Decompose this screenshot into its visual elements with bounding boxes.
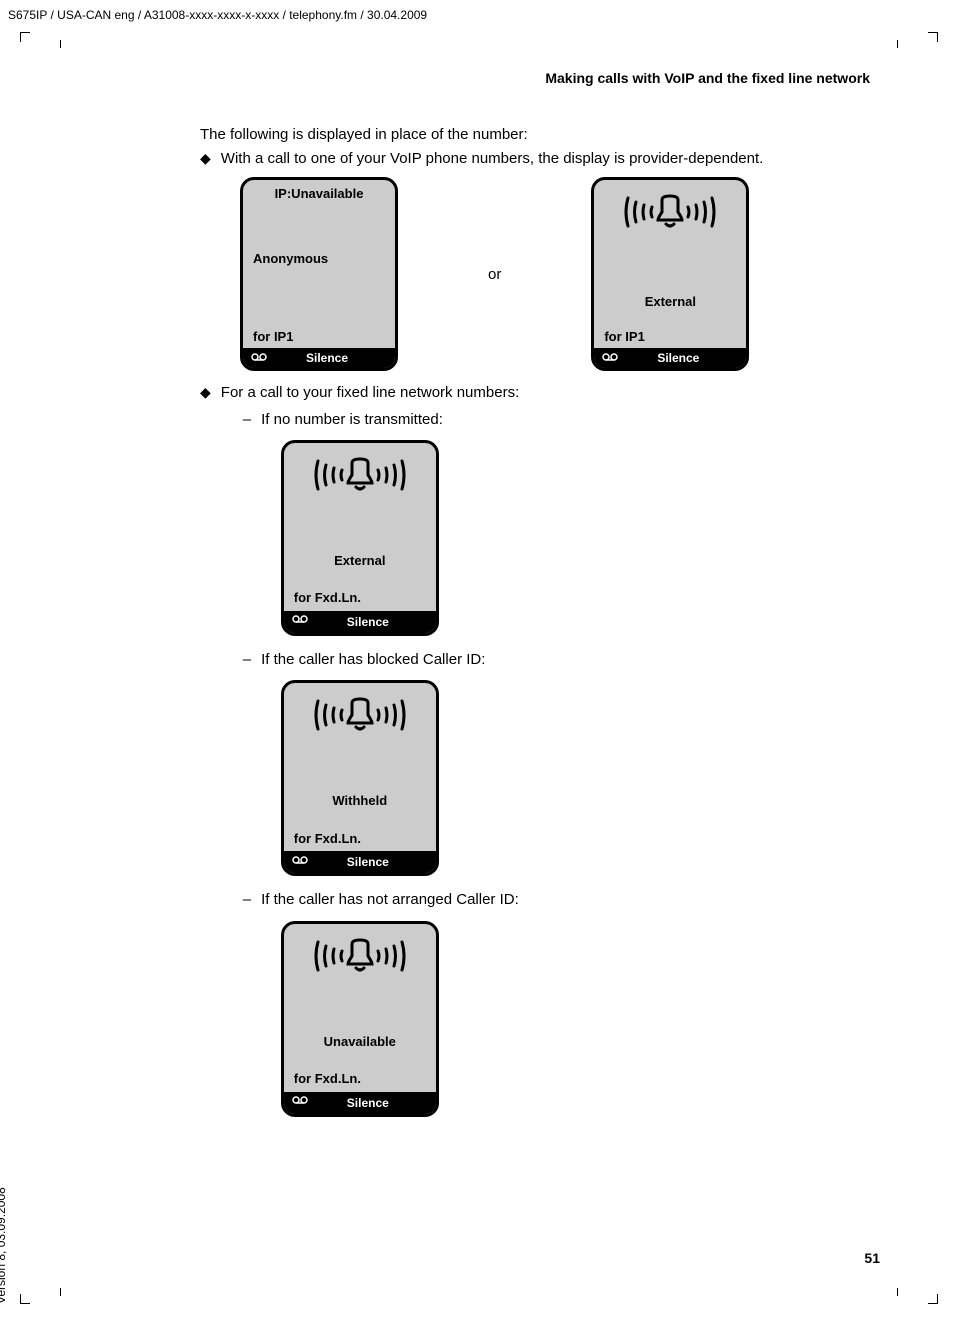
- display-block: Withheld for Fxd.Ln. Silence: [281, 680, 519, 876]
- crop-mark: [20, 32, 30, 42]
- bullet-diamond-icon: ◆: [200, 149, 211, 169]
- section-title: Making calls with VoIP and the fixed lin…: [200, 70, 880, 86]
- ringing-icon: [604, 190, 736, 237]
- display-for-line: for Fxd.Ln.: [294, 830, 426, 848]
- silence-softkey: Silence: [267, 351, 387, 365]
- voicemail-icon: [251, 352, 267, 365]
- display-softkey-bar: Silence: [284, 1092, 436, 1114]
- bullet-item: ◆ For a call to your fixed line network …: [200, 383, 880, 1131]
- crop-mark: [20, 1294, 30, 1304]
- display-softkey-bar: Silence: [284, 851, 436, 873]
- voicemail-icon: [292, 1095, 308, 1110]
- silence-softkey: Silence: [618, 351, 738, 365]
- sub-bullet-item: – If the caller has blocked Caller ID:: [243, 650, 519, 670]
- ringing-icon: [294, 693, 426, 743]
- bullet-item: ◆ With a call to one of your VoIP phone …: [200, 149, 880, 169]
- display-title: IP:Unavailable: [253, 186, 385, 201]
- display-block: Unavailable for Fxd.Ln. Silence: [281, 921, 519, 1117]
- display-caller-label: Anonymous: [253, 251, 385, 266]
- display-for-line: for IP1: [253, 329, 385, 344]
- display-caller-label: External: [294, 552, 426, 570]
- display-caller-label: External: [604, 294, 736, 309]
- sub-bullet-text: If the caller has not arranged Caller ID…: [261, 890, 519, 910]
- display-softkey-bar: Silence: [284, 611, 436, 633]
- silence-softkey: Silence: [308, 1095, 428, 1111]
- main-bullet-list: ◆ With a call to one of your VoIP phone …: [200, 149, 880, 169]
- sub-bullet-list: – If the caller has blocked Caller ID:: [221, 650, 519, 670]
- intro-text: The following is displayed in place of t…: [200, 126, 880, 143]
- sub-bullet-text: If no number is transmitted:: [261, 410, 443, 430]
- phone-display-unavailable: Unavailable for Fxd.Ln. Silence: [281, 921, 439, 1117]
- sub-bullet-text: If the caller has blocked Caller ID:: [261, 650, 485, 670]
- bullet-diamond-icon: ◆: [200, 383, 211, 403]
- page-content: Making calls with VoIP and the fixed lin…: [200, 70, 880, 1137]
- voicemail-icon: [292, 614, 308, 629]
- display-caller-label: Withheld: [294, 792, 426, 810]
- display-softkey-bar: Silence: [243, 348, 395, 368]
- voicemail-icon: [602, 352, 618, 365]
- phone-display-withheld: Withheld for Fxd.Ln. Silence: [281, 680, 439, 876]
- crop-mark: [928, 32, 938, 42]
- version-text: Version 8, 03.09.2008: [0, 1187, 8, 1304]
- bullet-text: For a call to your fixed line network nu…: [221, 384, 519, 401]
- dash-icon: –: [243, 410, 251, 430]
- tick-mark: [60, 40, 61, 48]
- ringing-icon: [294, 934, 426, 984]
- display-for-line: for Fxd.Ln.: [294, 1070, 426, 1088]
- bullet-text: With a call to one of your VoIP phone nu…: [221, 149, 764, 169]
- sub-bullet-item: – If no number is transmitted:: [243, 410, 519, 430]
- tick-mark: [60, 1288, 61, 1296]
- voicemail-icon: [292, 855, 308, 870]
- document-header-path: S675IP / USA-CAN eng / A31008-xxxx-xxxx-…: [8, 8, 427, 22]
- phone-display-ip-unavailable: IP:Unavailable Anonymous for IP1 Silence: [240, 177, 398, 371]
- sub-bullet-list: – If no number is transmitted:: [221, 410, 519, 430]
- display-for-line: for IP1: [604, 329, 736, 344]
- voip-displays-row: IP:Unavailable Anonymous for IP1 Silence…: [240, 177, 880, 371]
- dash-icon: –: [243, 890, 251, 910]
- display-block: External for Fxd.Ln. Silence: [281, 440, 519, 636]
- main-bullet-list: ◆ For a call to your fixed line network …: [200, 383, 880, 1131]
- sub-bullet-item: – If the caller has not arranged Caller …: [243, 890, 519, 910]
- silence-softkey: Silence: [308, 854, 428, 870]
- silence-softkey: Silence: [308, 614, 428, 630]
- phone-display-external-fxd: External for Fxd.Ln. Silence: [281, 440, 439, 636]
- display-caller-label: Unavailable: [294, 1033, 426, 1051]
- or-separator: or: [488, 266, 501, 283]
- ringing-icon: [294, 453, 426, 503]
- tick-mark: [897, 40, 898, 48]
- dash-icon: –: [243, 650, 251, 670]
- crop-mark: [928, 1294, 938, 1304]
- page-number: 51: [864, 1250, 880, 1266]
- display-softkey-bar: Silence: [594, 348, 746, 368]
- tick-mark: [897, 1288, 898, 1296]
- phone-display-external-ip: External for IP1 Silence: [591, 177, 749, 371]
- display-for-line: for Fxd.Ln.: [294, 589, 426, 607]
- sub-bullet-list: – If the caller has not arranged Caller …: [221, 890, 519, 910]
